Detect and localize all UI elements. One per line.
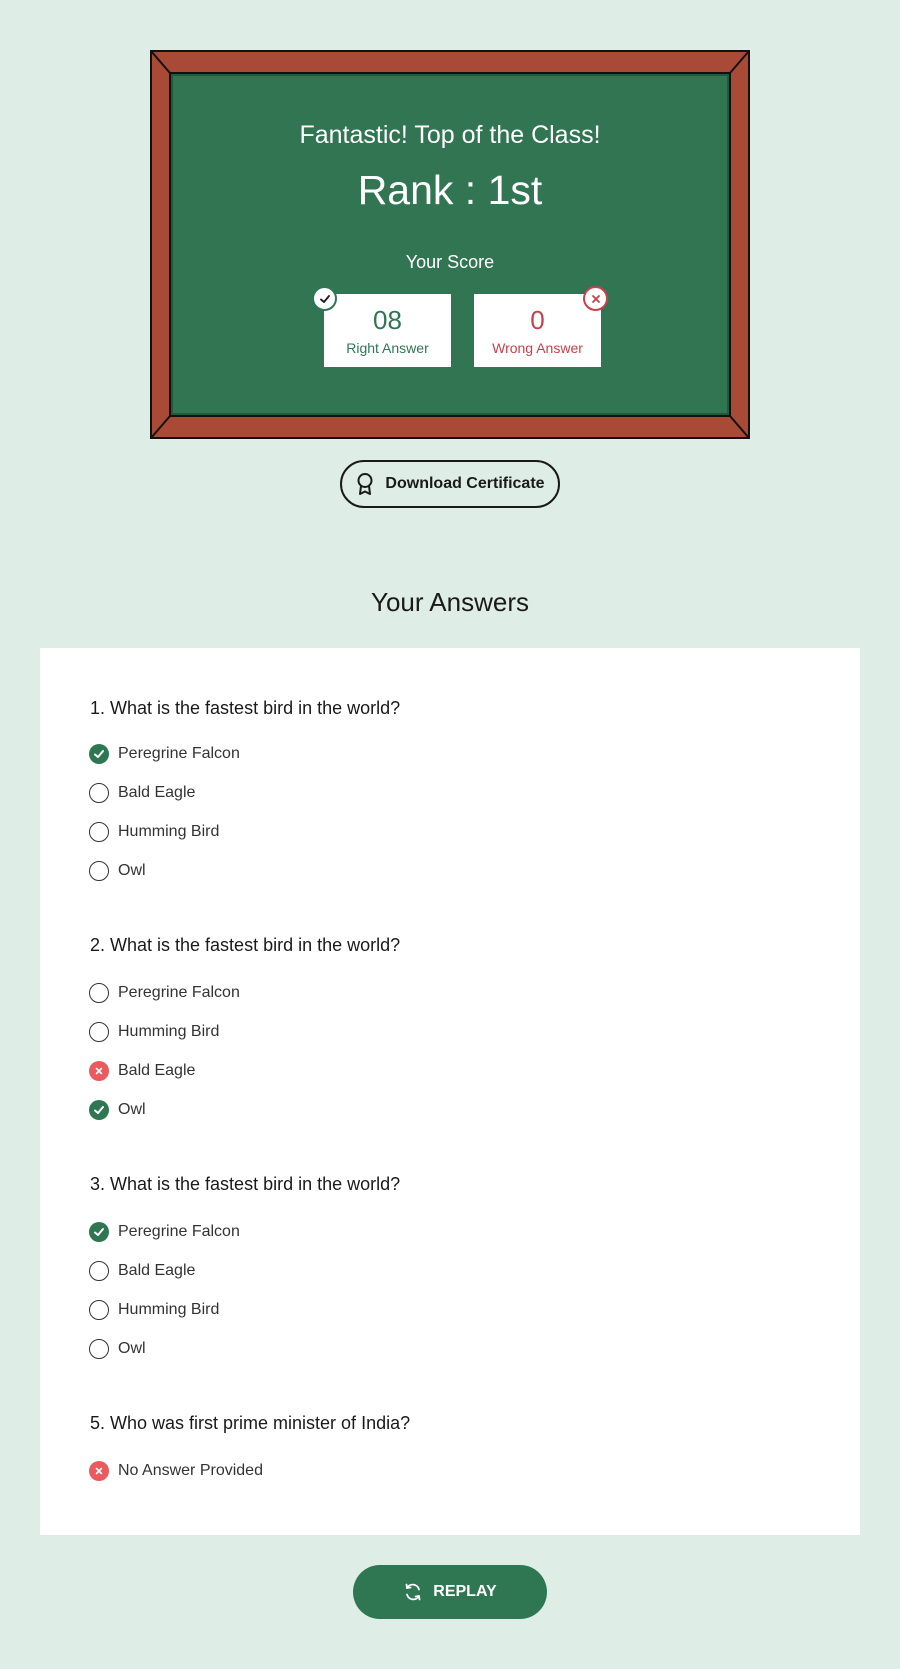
- option-label: Bald Eagle: [118, 784, 196, 801]
- replay-label: REPLAY: [433, 1583, 497, 1600]
- option-unselected[interactable]: Owl: [89, 1339, 146, 1359]
- radio-empty-icon: [89, 822, 109, 842]
- download-certificate-button[interactable]: Download Certificate: [340, 460, 560, 508]
- question-5: 5. Who was first prime minister of India…: [90, 1413, 411, 1433]
- chalkboard-frame: [150, 50, 750, 439]
- download-certificate-label: Download Certificate: [385, 475, 545, 492]
- option-label: Peregrine Falcon: [118, 1223, 240, 1240]
- wrong-answer-label: Wrong Answer: [492, 340, 583, 356]
- wrong-cross-icon: [89, 1461, 109, 1481]
- radio-empty-icon: [89, 983, 109, 1003]
- option-label: Owl: [118, 862, 146, 879]
- results-page: Fantastic! Top of the Class! Rank : 1st …: [0, 0, 900, 1669]
- option-label: Humming Bird: [118, 823, 220, 840]
- check-badge-icon: [312, 286, 337, 311]
- option-correct[interactable]: Peregrine Falcon: [89, 1222, 240, 1242]
- answers-card: 1. What is the fastest bird in the world…: [40, 648, 860, 1535]
- right-answer-label: Right Answer: [346, 340, 429, 356]
- question-1: 1. What is the fastest bird in the world…: [90, 698, 401, 718]
- wrong-answer-card: 0 Wrong Answer: [474, 294, 601, 367]
- board-headline: Fantastic! Top of the Class!: [299, 121, 601, 149]
- score-label: Your Score: [405, 252, 495, 272]
- option-label: Bald Eagle: [118, 1262, 196, 1279]
- refresh-icon: [403, 1582, 423, 1602]
- cross-badge-icon: [583, 286, 608, 311]
- option-correct[interactable]: Peregrine Falcon: [89, 744, 240, 764]
- option-unselected[interactable]: Peregrine Falcon: [89, 983, 240, 1003]
- option-label: Humming Bird: [118, 1023, 220, 1040]
- option-correct[interactable]: Owl: [89, 1100, 146, 1120]
- option-label: Bald Eagle: [118, 1062, 196, 1079]
- option-no-answer: No Answer Provided: [89, 1461, 263, 1481]
- option-unselected[interactable]: Humming Bird: [89, 1022, 219, 1042]
- option-unselected[interactable]: Owl: [89, 861, 146, 881]
- correct-check-icon: [89, 1222, 109, 1242]
- option-label: Owl: [118, 1340, 146, 1357]
- your-answers-title: Your Answers: [370, 587, 530, 617]
- correct-check-icon: [89, 744, 109, 764]
- option-label: No Answer Provided: [118, 1462, 263, 1479]
- option-label: Owl: [118, 1101, 146, 1118]
- radio-empty-icon: [89, 1261, 109, 1281]
- right-answer-card: 08 Right Answer: [324, 294, 451, 367]
- radio-empty-icon: [89, 1022, 109, 1042]
- question-2: 2. What is the fastest bird in the world…: [90, 935, 401, 955]
- option-unselected[interactable]: Bald Eagle: [89, 783, 195, 803]
- correct-check-icon: [89, 1100, 109, 1120]
- option-unselected[interactable]: Humming Bird: [89, 822, 219, 842]
- right-answer-count: 08: [373, 305, 402, 335]
- rank-text: Rank : 1st: [357, 167, 543, 213]
- award-ribbon-icon: [355, 472, 375, 496]
- radio-empty-icon: [89, 783, 109, 803]
- radio-empty-icon: [89, 1300, 109, 1320]
- wrong-answer-count: 0: [530, 305, 545, 335]
- question-3: 3. What is the fastest bird in the world…: [90, 1174, 401, 1194]
- option-label: Humming Bird: [118, 1301, 220, 1318]
- option-label: Peregrine Falcon: [118, 984, 240, 1001]
- replay-button[interactable]: REPLAY: [353, 1565, 547, 1619]
- radio-empty-icon: [89, 861, 109, 881]
- radio-empty-icon: [89, 1339, 109, 1359]
- option-unselected[interactable]: Bald Eagle: [89, 1261, 195, 1281]
- option-unselected[interactable]: Humming Bird: [89, 1300, 219, 1320]
- wrong-cross-icon: [89, 1061, 109, 1081]
- option-label: Peregrine Falcon: [118, 745, 240, 762]
- chalkboard: [150, 50, 750, 439]
- option-wrong[interactable]: Bald Eagle: [89, 1061, 195, 1081]
